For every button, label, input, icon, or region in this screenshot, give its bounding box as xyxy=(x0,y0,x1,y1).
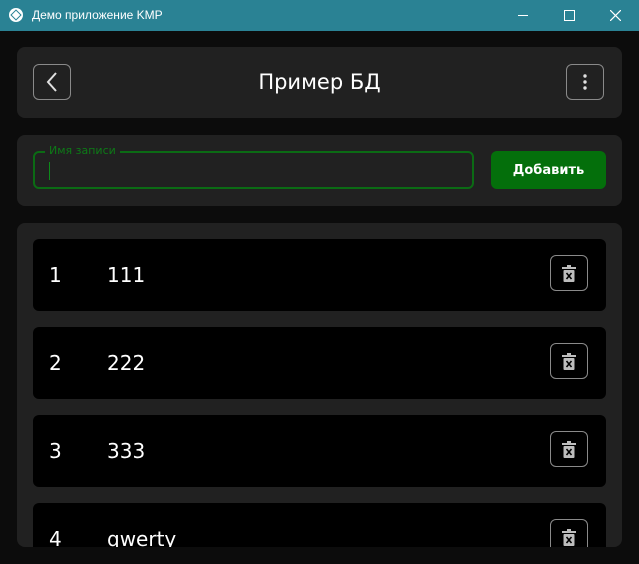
record-name: 222 xyxy=(107,351,146,375)
delete-icon xyxy=(562,440,576,458)
title-bar: Демо приложение KMP xyxy=(0,0,639,31)
list-item: 3 333 xyxy=(33,415,606,487)
close-button[interactable] xyxy=(592,0,638,31)
record-name: 333 xyxy=(107,439,146,463)
delete-button[interactable] xyxy=(550,431,588,467)
delete-button[interactable] xyxy=(550,519,588,547)
list-item: 2 222 xyxy=(33,327,606,399)
records-list[interactable]: 1 111 2 222 3 333 4 qwerty xyxy=(17,223,622,547)
more-vert-icon xyxy=(583,74,587,90)
text-cursor xyxy=(49,162,50,180)
app-icon xyxy=(9,8,23,22)
minimize-icon xyxy=(518,15,528,16)
window-title: Демо приложение KMP xyxy=(32,8,163,22)
record-id: 4 xyxy=(49,527,62,547)
delete-button[interactable] xyxy=(550,255,588,291)
list-item: 4 qwerty xyxy=(33,503,606,547)
record-id: 3 xyxy=(49,439,62,463)
top-app-bar: Пример БД xyxy=(17,47,622,118)
minimize-button[interactable] xyxy=(500,0,546,31)
maximize-icon xyxy=(563,10,575,21)
list-item: 1 111 xyxy=(33,239,606,311)
add-button[interactable]: Добавить xyxy=(491,151,606,189)
app-window: Демо приложение KMP Пример БД Имя записи… xyxy=(0,0,639,564)
page-title: Пример БД xyxy=(258,70,381,94)
delete-icon xyxy=(562,528,576,546)
maximize-button[interactable] xyxy=(546,0,592,31)
record-name-label: Имя записи xyxy=(45,144,120,158)
add-record-form: Имя записи Добавить xyxy=(17,135,622,206)
close-icon xyxy=(609,10,621,21)
record-name-input[interactable]: Имя записи xyxy=(33,144,474,189)
record-name: qwerty xyxy=(107,527,177,547)
delete-icon xyxy=(562,352,576,370)
delete-button[interactable] xyxy=(550,343,588,379)
delete-icon xyxy=(562,264,576,282)
record-id: 1 xyxy=(49,263,62,287)
record-id: 2 xyxy=(49,351,62,375)
record-name: 111 xyxy=(107,263,146,287)
more-options-button[interactable] xyxy=(566,64,604,100)
